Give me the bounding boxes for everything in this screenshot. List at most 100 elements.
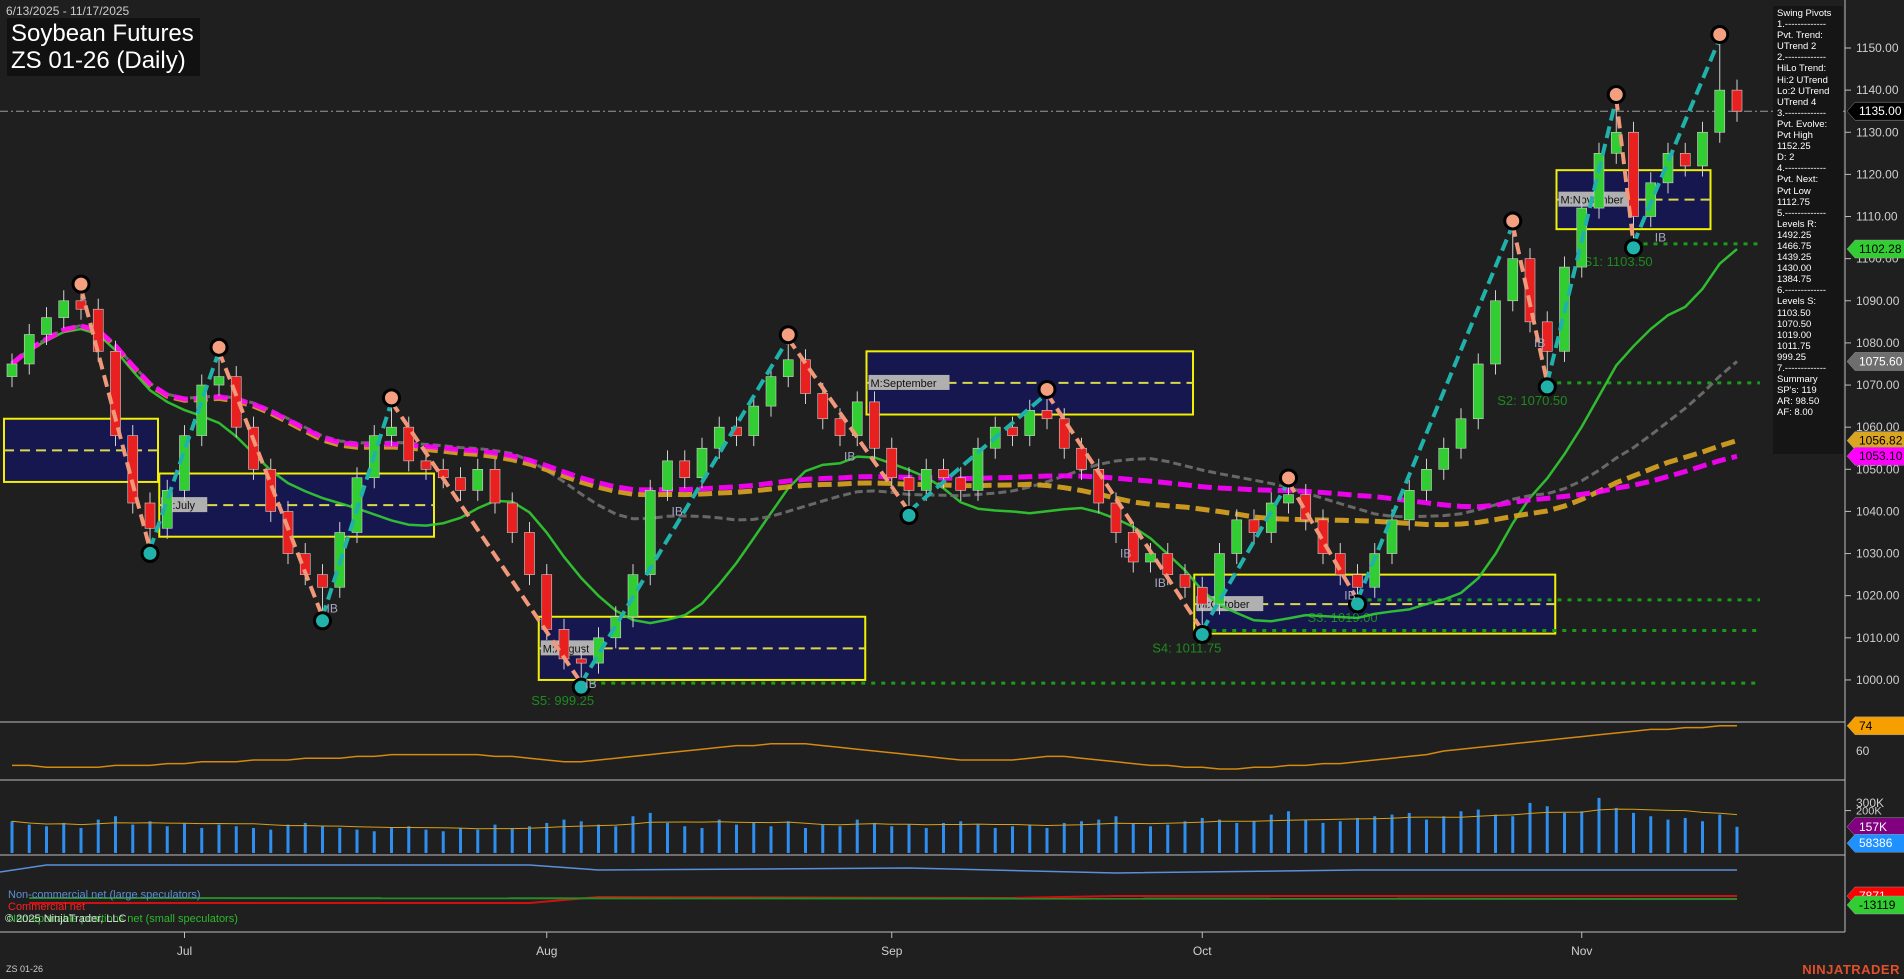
date-range: 6/13/2025 - 11/17/2025 xyxy=(6,4,130,18)
candle-body xyxy=(58,300,70,318)
pivot-info-line: Pvt High xyxy=(1777,130,1813,142)
cot-noncommercial-line xyxy=(0,864,1737,874)
time-label: Sep xyxy=(881,944,903,958)
axis-tick-label: 1040.00 xyxy=(1856,504,1900,518)
pivot-info-line: Summary xyxy=(1777,374,1818,386)
indicator-panel: 60 74 xyxy=(12,716,1904,770)
price-axis[interactable]: 1000.001010.001020.001030.001040.001050.… xyxy=(177,0,1904,958)
pivot-high-marker xyxy=(1710,25,1730,45)
axis-tick-label: 1110.00 xyxy=(1856,210,1898,224)
pivot-info-line: Lo:2 UTrend xyxy=(1777,85,1830,97)
pivot-info-line: 1492.25 xyxy=(1777,229,1812,241)
pivot-info-line: 3.------------- xyxy=(1777,107,1827,119)
pivot-low-marker xyxy=(1537,377,1557,397)
pivot-low-marker xyxy=(1624,238,1643,258)
pivot-info-line: 999.25 xyxy=(1777,351,1807,363)
candle-body xyxy=(282,511,294,554)
swing-pivots-panel: Swing Pivots 1.------------- Pvt. Trend: UT… xyxy=(1773,6,1843,454)
pivot-high-marker xyxy=(382,388,401,408)
pivot-high-marker xyxy=(1037,379,1057,399)
pivot-high-marker xyxy=(209,337,229,357)
candle-body xyxy=(1076,447,1087,470)
candle-body xyxy=(1231,519,1243,554)
candle-body xyxy=(748,405,760,436)
price-tag: 1135.00 xyxy=(1859,104,1902,118)
candle-body xyxy=(1455,418,1467,449)
candle-body xyxy=(558,629,570,660)
pivot-high-marker xyxy=(1503,211,1523,231)
candle-body xyxy=(1179,574,1191,588)
pivot-info-line: 1152.25 xyxy=(1777,141,1811,153)
pivot-info-line: 4.------------- xyxy=(1777,163,1827,175)
candle-body xyxy=(782,359,794,377)
pivot-info-line: Hi:2 UTrend xyxy=(1777,74,1828,86)
support-level-label: S2: 1070.50 xyxy=(1497,393,1567,408)
price-chart[interactable]: M:JulyM:AugustM:SeptemberM:OctoberM:Nove… xyxy=(0,0,1904,979)
candle-body xyxy=(1041,410,1053,420)
candle-body xyxy=(110,351,121,436)
pivot-info-line: Levels S: xyxy=(1777,296,1817,308)
candle-body xyxy=(1196,586,1208,605)
chart-title: Soybean Futures xyxy=(11,20,194,47)
cot-tag: -13119 xyxy=(1859,898,1896,912)
pivot-info-line: 1011.75 xyxy=(1777,340,1811,352)
candle-body xyxy=(248,426,259,470)
candle-body xyxy=(541,574,553,630)
ib-marker: IB xyxy=(1155,576,1166,590)
ib-marker: IB xyxy=(1534,336,1545,350)
candle-body xyxy=(1438,447,1450,470)
pivot-info-line: 1.------------- xyxy=(1777,19,1827,31)
pivot-info-line: 2.------------- xyxy=(1777,52,1827,64)
indicator-line xyxy=(12,725,1737,770)
time-label: Jul xyxy=(177,944,192,958)
candle-body xyxy=(920,468,932,491)
price-tag: 1053.10 xyxy=(1859,449,1903,463)
candle-body xyxy=(420,460,432,470)
pivot-info-line: 1384.75 xyxy=(1777,274,1812,286)
support-level-label: S1: 1103.50 xyxy=(1584,254,1653,269)
candle-body xyxy=(886,447,898,479)
pivot-info-line: 1466.75 xyxy=(1777,240,1812,252)
chart-title-box: Soybean Futures ZS 01-26 (Daily) xyxy=(7,18,200,76)
candle-body xyxy=(1731,89,1743,112)
time-label: Nov xyxy=(1571,944,1592,958)
candle-body xyxy=(869,401,880,449)
pivot-low-marker xyxy=(899,505,919,525)
pivot-info-line: AR: 98.50 xyxy=(1777,396,1820,408)
pivot-high-marker xyxy=(1279,468,1298,488)
pivot-info-line: 5.------------- xyxy=(1777,207,1827,219)
month-box-label: M:September xyxy=(871,378,937,390)
ib-marker: IB xyxy=(1120,546,1131,560)
candle-body xyxy=(972,447,984,491)
pivot-info-line: HiLo Trend: xyxy=(1777,63,1827,75)
pivot-info-line: 7.------------- xyxy=(1777,363,1827,374)
cot-nonreportable-line xyxy=(29,897,1738,900)
zigzag-leg xyxy=(1545,98,1619,384)
volume-panel: 300K157K58386200K xyxy=(10,796,1904,853)
candle-body xyxy=(765,376,777,407)
candle-body xyxy=(41,317,52,335)
pivot-info-line: D: 2 xyxy=(1777,152,1795,164)
axis-tick-label: 1130.00 xyxy=(1856,125,1899,139)
candle-body xyxy=(1421,468,1432,491)
candle-body xyxy=(800,359,811,394)
pivot-info-line: Pvt. Evolve: xyxy=(1777,118,1828,130)
cot-panel: 7871-13119 xyxy=(0,864,1904,915)
candle-body xyxy=(1714,89,1726,133)
candle-body xyxy=(213,376,225,386)
pivot-info-line: 1070.50 xyxy=(1777,318,1812,330)
volume-tag: 58386 xyxy=(1859,836,1893,850)
pivot-high-marker xyxy=(1606,85,1626,105)
ib-marker: IB xyxy=(327,601,338,615)
ib-marker: IB xyxy=(672,504,683,518)
candle-body xyxy=(1024,410,1036,436)
pivot-info-line: 1112.75 xyxy=(1777,196,1810,208)
pivot-info-line: UTrend 2 xyxy=(1777,41,1817,53)
time-label: Oct xyxy=(1193,944,1212,958)
candle-body xyxy=(1162,553,1174,575)
candle-body xyxy=(644,490,656,575)
pivot-info-line: Pvt. Next: xyxy=(1777,174,1819,186)
volume-tag: 157K xyxy=(1859,820,1887,834)
candle-body xyxy=(679,460,691,479)
pivot-info-line: Levels R: xyxy=(1777,218,1817,230)
